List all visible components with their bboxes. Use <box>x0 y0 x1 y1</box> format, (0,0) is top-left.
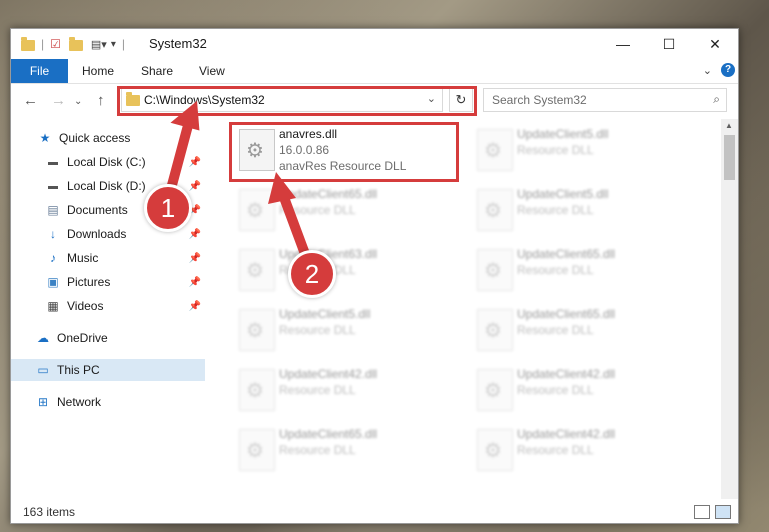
pin-icon[interactable]: 📌 <box>189 157 201 168</box>
title-bar: | ☑ ▤▾ ▾ | System32 — ☐ ✕ <box>11 29 738 59</box>
customize-toolbar-icon[interactable]: ▤▾ <box>91 38 107 51</box>
sidebar-item-onedrive[interactable]: ☁ OneDrive <box>11 327 205 349</box>
item-count: 163 items <box>23 505 76 519</box>
file-item[interactable]: UpdateClient5.dll Resource DLL <box>469 123 699 181</box>
status-bar: 163 items <box>11 501 738 523</box>
address-highlight-box <box>117 86 477 116</box>
sidebar-item-network[interactable]: ⊞ Network <box>11 391 205 413</box>
minimize-button[interactable]: — <box>600 29 646 59</box>
forward-arrow-icon[interactable]: → <box>51 92 66 109</box>
navigation-pane: ★ Quick access ▬ Local Disk (C:) 📌 ▬ Loc… <box>11 119 205 499</box>
explorer-window: | ☑ ▤▾ ▾ | System32 — ☐ ✕ File Home Shar… <box>10 28 739 524</box>
sidebar-item-music[interactable]: ♪ Music 📌 <box>11 247 205 269</box>
dll-file-icon <box>477 309 513 351</box>
sidebar-item-videos[interactable]: ▦ Videos 📌 <box>11 295 205 317</box>
music-icon: ♪ <box>50 251 56 265</box>
search-input[interactable]: Search System32 ⌕ <box>483 88 727 112</box>
dll-file-icon <box>239 309 275 351</box>
recent-locations-icon[interactable]: ⌄ <box>74 96 82 107</box>
file-item[interactable]: UpdateClient65.dll Resource DLL <box>231 183 461 241</box>
help-icon[interactable]: ? <box>721 63 735 77</box>
pictures-icon: ▣ <box>47 275 59 289</box>
folder-icon <box>21 36 35 51</box>
file-item[interactable]: UpdateClient5.dll Resource DLL <box>469 183 699 241</box>
dll-file-icon <box>477 129 513 171</box>
computer-icon: ▭ <box>37 363 49 377</box>
dll-file-icon <box>477 189 513 231</box>
tab-home[interactable]: Home <box>82 64 114 78</box>
vertical-scrollbar[interactable]: ▲ <box>721 119 738 499</box>
step-badge-2: 2 <box>288 250 336 298</box>
pin-icon[interactable]: 📌 <box>189 181 201 192</box>
sidebar-item-quick-access[interactable]: ★ Quick access <box>11 127 205 149</box>
scroll-up-icon[interactable]: ▲ <box>725 121 733 130</box>
pin-icon[interactable]: 📌 <box>189 229 201 240</box>
dll-file-icon <box>239 189 275 231</box>
file-item[interactable]: UpdateClient5.dll Resource DLL <box>231 303 461 361</box>
large-icons-view-icon[interactable] <box>715 505 731 519</box>
dll-file-icon <box>239 369 275 411</box>
download-icon: ↓ <box>50 227 56 241</box>
star-icon: ★ <box>39 131 51 145</box>
dll-file-icon <box>239 429 275 471</box>
expand-ribbon-icon[interactable]: ⌄ <box>703 64 712 77</box>
details-view-icon[interactable] <box>694 505 710 519</box>
close-button[interactable]: ✕ <box>692 29 738 59</box>
dll-file-icon <box>239 249 275 291</box>
file-item[interactable]: UpdateClient63.dll Resource DLL <box>231 243 461 301</box>
tab-file[interactable]: File <box>11 59 68 83</box>
cloud-icon: ☁ <box>37 331 49 345</box>
properties-icon[interactable]: ☑ <box>50 37 61 51</box>
back-arrow-icon[interactable]: ← <box>23 92 38 109</box>
search-icon[interactable]: ⌕ <box>713 92 720 107</box>
file-highlight-box <box>229 122 459 182</box>
documents-icon: ▤ <box>47 203 59 217</box>
step-badge-1: 1 <box>144 184 192 232</box>
search-placeholder: Search System32 <box>492 93 587 107</box>
file-item[interactable]: UpdateClient65.dll Resource DLL <box>469 303 699 361</box>
sidebar-item-pictures[interactable]: ▣ Pictures 📌 <box>11 271 205 293</box>
pin-icon[interactable]: 📌 <box>189 277 201 288</box>
ribbon: File Home Share View ⌄ ? <box>11 59 738 84</box>
sidebar-item-local-disk-c[interactable]: ▬ Local Disk (C:) 📌 <box>11 151 205 173</box>
up-arrow-icon[interactable]: ↑ <box>97 92 105 109</box>
file-item[interactable]: UpdateClient42.dll Resource DLL <box>469 363 699 421</box>
dll-file-icon <box>477 249 513 291</box>
tab-view[interactable]: View <box>199 64 225 78</box>
maximize-button[interactable]: ☐ <box>646 29 692 59</box>
dll-file-icon <box>477 429 513 471</box>
file-item[interactable]: UpdateClient65.dll Resource DLL <box>231 423 461 481</box>
drive-icon: ▬ <box>48 156 58 168</box>
pin-icon[interactable]: 📌 <box>189 301 201 312</box>
file-item[interactable]: UpdateClient42.dll Resource DLL <box>231 363 461 421</box>
file-item[interactable]: UpdateClient42.dll Resource DLL <box>469 423 699 481</box>
tab-share[interactable]: Share <box>141 64 173 78</box>
dll-file-icon <box>477 369 513 411</box>
window-title: System32 <box>149 36 207 51</box>
quick-access-toolbar: | ☑ ▤▾ ▾ | <box>21 36 125 52</box>
drive-icon: ▬ <box>48 180 58 192</box>
new-folder-icon[interactable] <box>68 36 83 51</box>
chevron-down-icon[interactable]: ▾ <box>111 39 116 50</box>
sidebar-item-this-pc[interactable]: ▭ This PC <box>11 359 205 381</box>
network-icon: ⊞ <box>37 395 49 409</box>
videos-icon: ▦ <box>47 299 59 313</box>
file-item[interactable]: UpdateClient65.dll Resource DLL <box>469 243 699 301</box>
pin-icon[interactable]: 📌 <box>189 253 201 264</box>
scrollbar-thumb[interactable] <box>724 135 735 180</box>
